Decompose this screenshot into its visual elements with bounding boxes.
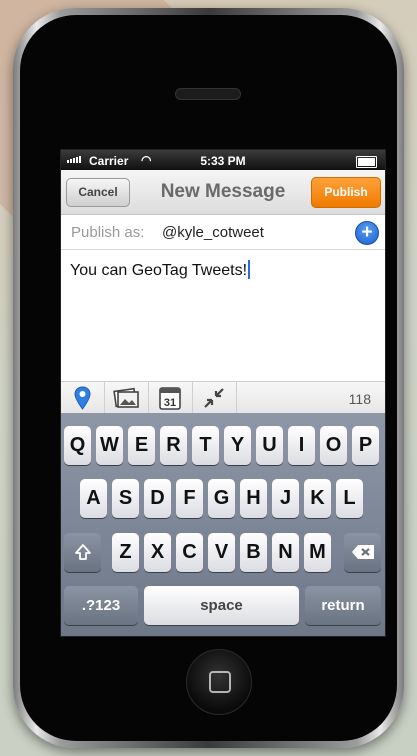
key-l[interactable]: L	[336, 479, 363, 518]
key-r[interactable]: R	[160, 426, 187, 465]
key-n[interactable]: N	[272, 533, 299, 572]
shorten-url-button[interactable]	[192, 382, 237, 414]
key-c[interactable]: C	[176, 533, 203, 572]
delete-key[interactable]	[344, 533, 381, 572]
message-text: You can GeoTag Tweets!	[70, 262, 248, 279]
compose-toolbar: 31 118	[61, 381, 385, 415]
publish-as-row[interactable]: Publish as: @kyle_cotweet +	[61, 215, 385, 250]
home-button[interactable]	[186, 649, 252, 715]
delete-icon	[351, 545, 374, 559]
key-f[interactable]: F	[176, 479, 203, 518]
schedule-button[interactable]: 31	[148, 382, 193, 414]
add-account-button[interactable]: +	[355, 221, 379, 245]
status-time: 5:33 PM	[200, 154, 246, 168]
screen: Carrier ◠ 5:33 PM Cancel New Message Pub…	[60, 149, 386, 637]
key-x[interactable]: X	[144, 533, 171, 572]
space-key[interactable]: space	[144, 586, 299, 625]
keyboard: Q W E R T Y U I O P A S D F G H J K L Z …	[61, 413, 385, 636]
key-u[interactable]: U	[256, 426, 283, 465]
return-key[interactable]: return	[305, 586, 381, 625]
key-a[interactable]: A	[80, 479, 107, 518]
earpiece-speaker	[175, 88, 241, 100]
key-m[interactable]: M	[304, 533, 331, 572]
key-v[interactable]: V	[208, 533, 235, 572]
key-y[interactable]: Y	[224, 426, 251, 465]
key-g[interactable]: G	[208, 479, 235, 518]
character-count: 118	[348, 391, 371, 407]
publish-as-label: Publish as:	[71, 224, 145, 241]
location-pin-icon	[74, 386, 91, 410]
shift-icon	[74, 544, 91, 560]
key-b[interactable]: B	[240, 533, 267, 572]
location-button[interactable]	[61, 382, 105, 414]
home-square-icon	[209, 671, 231, 693]
photo-icon	[113, 387, 139, 408]
battery-icon	[356, 156, 377, 168]
key-h[interactable]: H	[240, 479, 267, 518]
account-name: @kyle_cotweet	[162, 224, 264, 241]
key-q[interactable]: Q	[64, 426, 91, 465]
key-d[interactable]: D	[144, 479, 171, 518]
iphone-device: Carrier ◠ 5:33 PM Cancel New Message Pub…	[13, 8, 404, 748]
navigation-bar: Cancel New Message Publish	[61, 170, 385, 215]
calendar-icon: 31	[159, 387, 181, 410]
key-s[interactable]: S	[112, 479, 139, 518]
status-bar: Carrier ◠ 5:33 PM	[61, 150, 385, 170]
numbers-key[interactable]: .?123	[64, 586, 138, 625]
text-caret	[248, 260, 251, 279]
key-o[interactable]: O	[320, 426, 347, 465]
key-z[interactable]: Z	[112, 533, 139, 572]
message-text-wrapper: You can GeoTag Tweets!	[70, 260, 251, 280]
key-t[interactable]: T	[192, 426, 219, 465]
key-w[interactable]: W	[96, 426, 123, 465]
publish-button[interactable]: Publish	[311, 177, 381, 208]
key-p[interactable]: P	[352, 426, 379, 465]
key-e[interactable]: E	[128, 426, 155, 465]
photo-button[interactable]	[104, 382, 149, 414]
message-input[interactable]: You can GeoTag Tweets!	[61, 250, 385, 381]
key-k[interactable]: K	[304, 479, 331, 518]
shrink-url-icon	[204, 388, 224, 408]
calendar-day: 31	[164, 397, 176, 409]
shift-key[interactable]	[64, 533, 101, 572]
key-i[interactable]: I	[288, 426, 315, 465]
key-j[interactable]: J	[272, 479, 299, 518]
